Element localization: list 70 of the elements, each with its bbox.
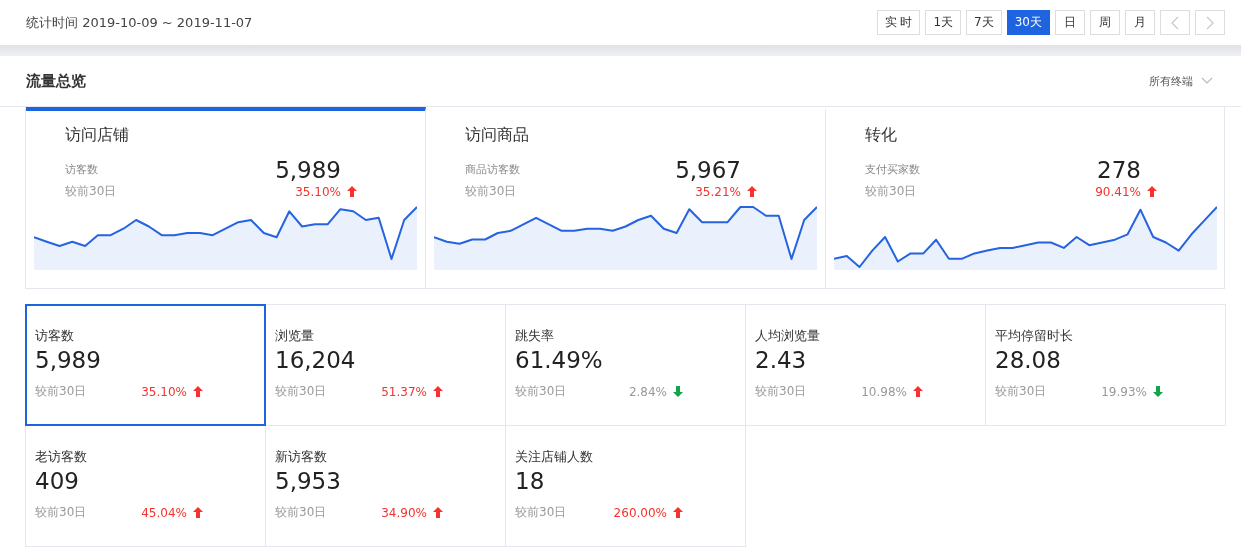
compare-label: 较前30日	[515, 504, 568, 521]
metric-label: 关注店铺人数	[515, 448, 594, 466]
range-tab[interactable]: 1天	[925, 10, 962, 35]
metric-label: 新访客数	[275, 448, 328, 466]
metric-value: 61.49%	[515, 347, 604, 373]
change-percent: 45.04%	[140, 505, 187, 520]
metric-label: 平均停留时长	[995, 327, 1074, 345]
change-percent: 35.10%	[295, 184, 341, 199]
change-percent: 34.90%	[380, 505, 427, 520]
metric-label: 访客数	[65, 162, 98, 178]
metric-label: 浏览量	[275, 327, 315, 345]
compare-label: 较前30日	[515, 383, 568, 400]
change-percent: 19.93%	[1100, 384, 1147, 399]
change-percent: 260.00%	[612, 505, 667, 520]
card-title: 访问商品	[464, 125, 530, 146]
compare-label: 较前30日	[275, 383, 328, 400]
metric-card[interactable]: 访客数 5,989 较前30日 35.10%	[25, 304, 266, 426]
metric-card[interactable]: 平均停留时长 28.08 较前30日 19.93%	[985, 304, 1226, 426]
change-percent: 51.37%	[380, 384, 427, 399]
change-percent: 35.10%	[140, 384, 187, 399]
metric-value: 16,204	[275, 347, 357, 373]
change-percent: 2.84%	[627, 384, 667, 399]
metric-value: 2.43	[755, 347, 808, 373]
metric-value: 5,953	[275, 468, 342, 494]
terminal-dropdown[interactable]: 所有终端	[1149, 73, 1213, 89]
metric-card[interactable]: 关注店铺人数 18 较前30日 260.00%	[505, 425, 746, 547]
metric-label: 访客数	[35, 327, 75, 345]
metric-card[interactable]: 老访客数 409 较前30日 45.04%	[25, 425, 266, 547]
range-tab[interactable]: 日	[1055, 10, 1085, 35]
metric-label: 老访客数	[35, 448, 88, 466]
range-tab[interactable]: 月	[1125, 10, 1155, 35]
metric-value: 28.08	[995, 347, 1062, 373]
metric-value: 278	[1097, 157, 1141, 183]
compare-label: 较前30日	[755, 383, 808, 400]
metric-value: 5,989	[35, 347, 102, 373]
change-percent: 90.41%	[1095, 184, 1141, 199]
compare-label: 较前30日	[35, 383, 88, 400]
range-tab[interactable]: 周	[1090, 10, 1120, 35]
overview-card[interactable]: 访问店铺 访客数 5,989 较前30日 35.10%	[26, 107, 426, 288]
change-percent: 35.21%	[695, 184, 741, 199]
metric-label: 人均浏览量	[755, 327, 821, 345]
range-tab[interactable]: 30天	[1006, 10, 1050, 35]
metric-label: 支付买家数	[865, 162, 920, 178]
compare-label: 较前30日	[995, 383, 1048, 400]
metric-value: 409	[35, 468, 80, 494]
chevron-left-icon	[1171, 15, 1179, 30]
section-title: 流量总览	[26, 71, 86, 91]
previous-button[interactable]	[1160, 10, 1190, 35]
metric-card[interactable]: 人均浏览量 2.43 较前30日 10.98%	[745, 304, 986, 426]
metric-label: 商品访客数	[465, 162, 520, 178]
compare-label: 较前30日	[865, 183, 917, 200]
overview-card[interactable]: 转化 支付买家数 278 较前30日 90.41%	[826, 107, 1225, 288]
compare-label: 较前30日	[275, 504, 328, 521]
chevron-right-icon	[1206, 15, 1214, 30]
compare-label: 较前30日	[65, 183, 117, 200]
range-tab[interactable]: 实 时	[876, 10, 921, 35]
next-button[interactable]	[1195, 10, 1225, 35]
chevron-down-icon	[1201, 77, 1213, 85]
card-title: 转化	[864, 125, 898, 146]
compare-label: 较前30日	[35, 504, 88, 521]
change-percent: 10.98%	[860, 384, 907, 399]
compare-label: 较前30日	[465, 183, 517, 200]
date-range: 统计时间 2019-10-09 ~ 2019-11-07	[26, 13, 253, 32]
metric-value: 18	[515, 468, 546, 494]
range-tab[interactable]: 7天	[966, 10, 1002, 35]
metric-value: 5,967	[675, 157, 741, 183]
card-title: 访问店铺	[64, 125, 130, 146]
metric-label: 跳失率	[515, 327, 555, 345]
metric-value: 5,989	[275, 157, 341, 183]
overview-card[interactable]: 访问商品 商品访客数 5,967 较前30日 35.21%	[426, 107, 826, 288]
